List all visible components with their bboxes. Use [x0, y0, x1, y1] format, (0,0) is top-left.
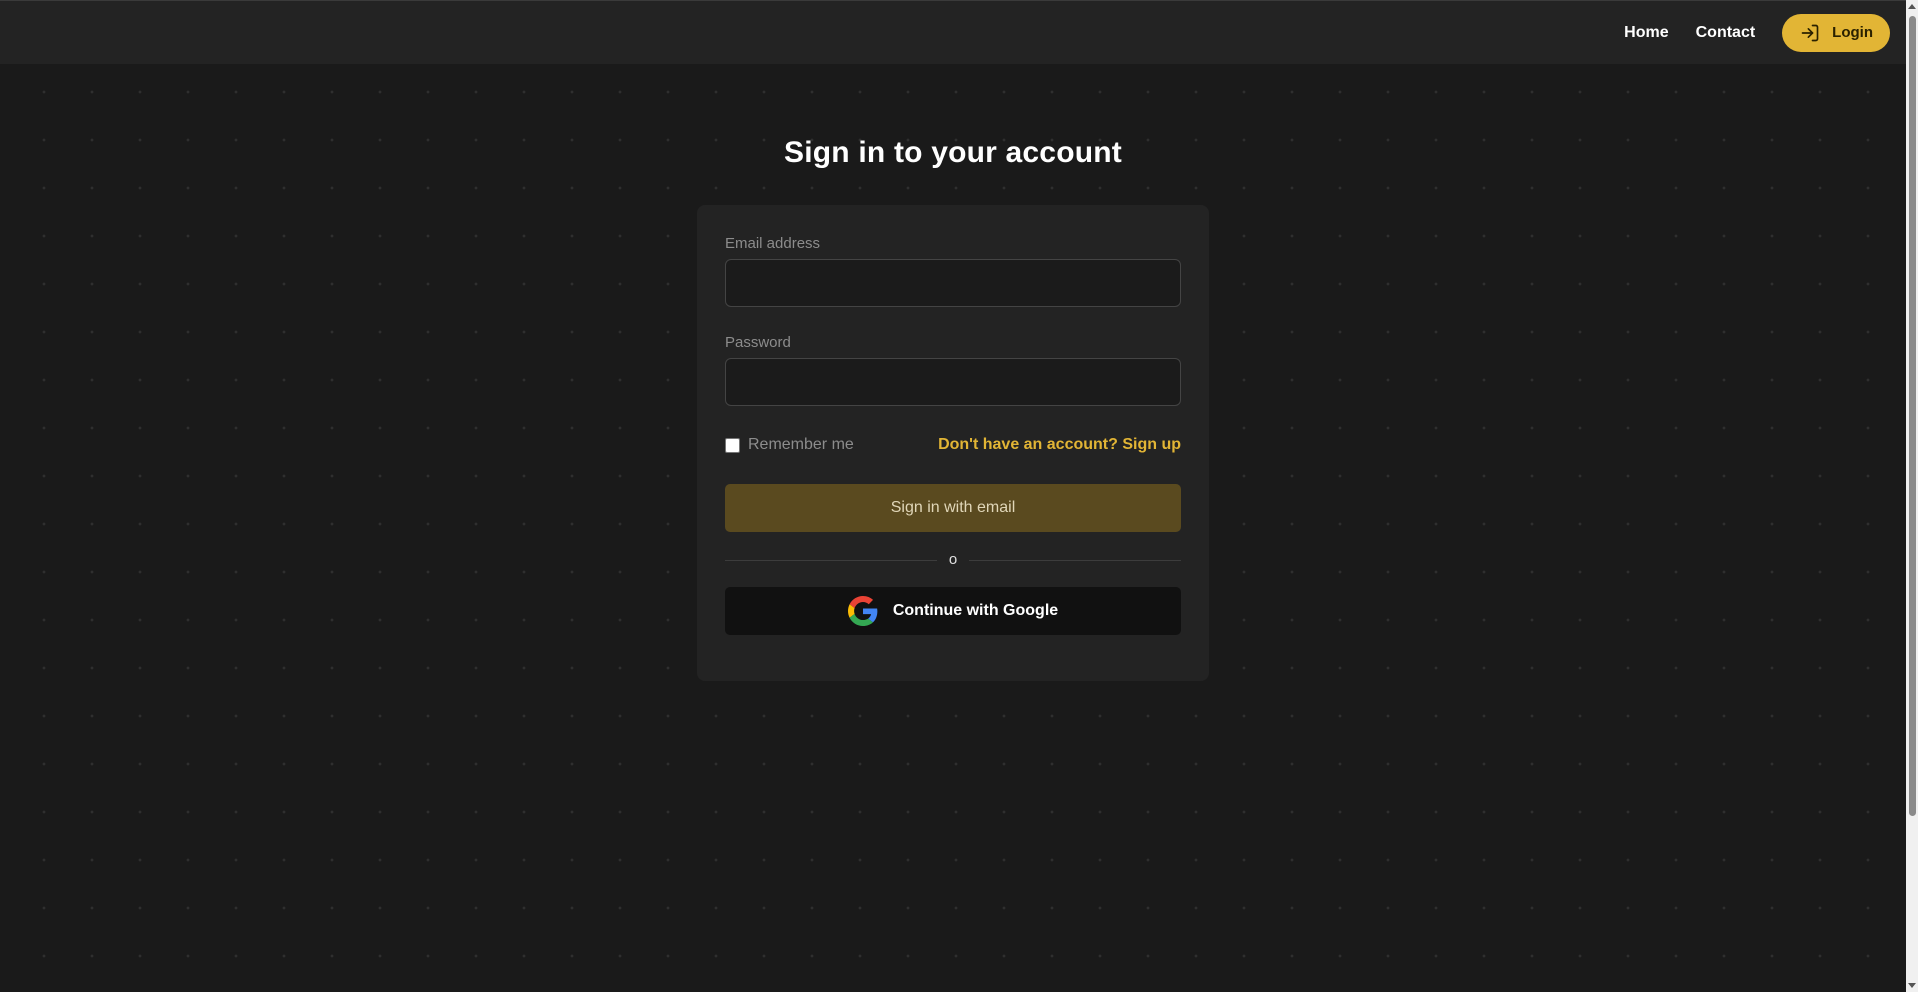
google-signin-label: Continue with Google: [892, 602, 1059, 619]
divider: o: [725, 551, 1181, 568]
email-input[interactable]: [725, 259, 1181, 307]
nav-link-contact[interactable]: Contact: [1696, 24, 1756, 42]
email-field-group: Email address: [725, 235, 1181, 307]
remember-label: Remember me: [748, 436, 854, 453]
page-title: Sign in to your account: [784, 136, 1122, 169]
scroll-down-arrow-icon[interactable]: [1908, 983, 1916, 988]
google-icon: [847, 596, 878, 626]
password-label: Password: [725, 334, 791, 351]
scrollbar-thumb[interactable]: [1909, 16, 1916, 816]
divider-line-right: [969, 559, 1181, 561]
top-navbar: Home Contact Login: [0, 0, 1906, 64]
sign-in-email-button[interactable]: Sign in with email: [725, 484, 1181, 532]
password-field-group: Password: [725, 334, 1181, 406]
google-signin-button[interactable]: Continue with Google: [725, 587, 1181, 635]
divider-text: o: [948, 551, 958, 568]
remember-row: Remember me Don't have an account? Sign …: [725, 433, 1181, 457]
divider-line-left: [725, 559, 937, 561]
email-label: Email address: [725, 235, 821, 252]
signin-card: Email address Password Remember me Don't…: [697, 205, 1209, 681]
signup-link[interactable]: Don't have an account? Sign up: [938, 436, 1181, 454]
vertical-scrollbar[interactable]: [1906, 0, 1918, 992]
nav-link-home[interactable]: Home: [1624, 24, 1668, 42]
scroll-up-arrow-icon[interactable]: [1908, 4, 1916, 9]
remember-me[interactable]: Remember me: [725, 436, 854, 454]
login-button[interactable]: Login: [1782, 13, 1890, 52]
page: Home Contact Login Sign in to your accou…: [0, 0, 1918, 992]
login-button-label: Login: [1832, 24, 1873, 41]
login-arrow-icon: [1800, 23, 1820, 43]
sign-in-email-label: Sign in with email: [890, 499, 1016, 516]
remember-checkbox[interactable]: [725, 437, 740, 453]
password-input[interactable]: [725, 358, 1181, 406]
